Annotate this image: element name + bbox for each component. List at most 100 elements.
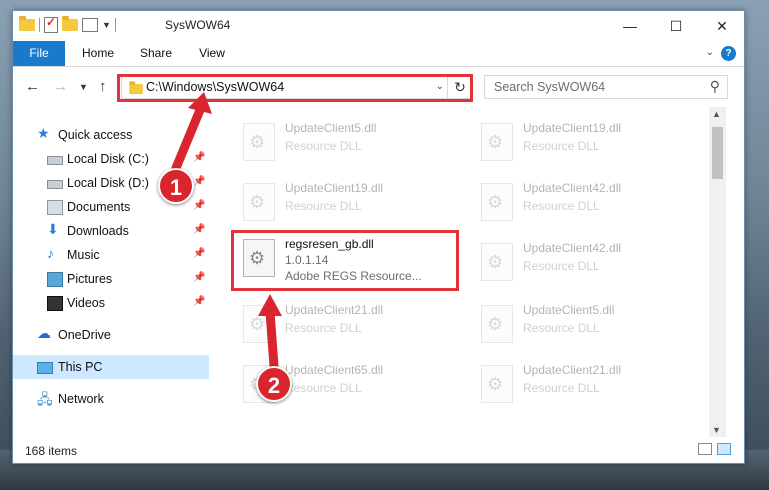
file-highlight	[231, 230, 459, 291]
computer-icon	[37, 362, 53, 374]
scrollbar-thumb[interactable]	[712, 127, 723, 179]
callout-marker-2: 2	[256, 366, 292, 402]
sidebar-item-label: Downloads	[67, 224, 129, 238]
list-item[interactable]: UpdateClient5.dll Resource DLL	[471, 297, 701, 353]
sidebar-item-label: Pictures	[67, 272, 113, 286]
rename-icon[interactable]	[82, 18, 98, 32]
file-description: Resource DLL	[523, 199, 600, 213]
sidebar-item-quick-access[interactable]: ★ Quick access	[13, 123, 209, 147]
ribbon-tabs: File Home Share View ⌄ ?	[13, 41, 744, 67]
file-description: Resource DLL	[285, 381, 362, 395]
folder-icon[interactable]	[19, 16, 35, 31]
sidebar-item-videos[interactable]: Videos 📌	[13, 291, 209, 315]
videos-icon	[47, 296, 63, 311]
tab-home[interactable]: Home	[73, 41, 123, 66]
sidebar-item-label: Local Disk (D:)	[67, 176, 149, 190]
dll-file-icon	[243, 123, 275, 161]
download-icon: ⬇	[47, 221, 59, 237]
recent-locations-icon[interactable]: ▼	[79, 82, 88, 92]
sidebar-item-label: Documents	[67, 200, 131, 214]
item-count: 168 items	[25, 444, 78, 458]
file-description: Resource DLL	[523, 139, 600, 153]
dll-file-icon	[481, 365, 513, 403]
tiles-view-icon[interactable]	[717, 443, 731, 455]
sidebar-item-this-pc[interactable]: This PC	[13, 355, 209, 379]
search-icon[interactable]: ⚲	[710, 78, 720, 95]
pictures-icon	[47, 272, 63, 287]
file-name: UpdateClient42.dll	[523, 181, 622, 195]
help-icon[interactable]: ?	[721, 46, 736, 61]
file-description: Resource DLL	[523, 321, 600, 335]
sidebar-item-label: Local Disk (C:)	[67, 152, 149, 166]
music-icon: ♪	[47, 245, 54, 261]
network-icon: 🖧	[37, 391, 53, 407]
up-arrow-icon[interactable]: ↑	[99, 78, 107, 95]
file-description: Resource DLL	[523, 381, 600, 395]
dll-file-icon	[481, 123, 513, 161]
scroll-down-icon[interactable]: ▼	[712, 425, 721, 435]
pin-icon[interactable]: 📌	[193, 296, 205, 307]
cloud-icon: ☁	[37, 325, 51, 341]
file-description: Resource DLL	[523, 259, 600, 273]
scroll-up-icon[interactable]: ▲	[712, 109, 721, 119]
file-name: UpdateClient5.dll	[523, 303, 615, 317]
new-folder-icon[interactable]	[62, 16, 78, 31]
close-button[interactable]: ✕	[699, 11, 744, 41]
sidebar-item-label: This PC	[58, 360, 103, 374]
forward-arrow-icon[interactable]: →	[53, 78, 68, 95]
dll-file-icon	[243, 183, 275, 221]
file-name: UpdateClient21.dll	[285, 303, 384, 317]
customize-toolbar-dropdown-icon[interactable]: ▼	[102, 20, 111, 30]
list-item[interactable]: UpdateClient21.dll Resource DLL	[471, 357, 701, 413]
file-name: UpdateClient19.dll	[285, 181, 384, 195]
pin-icon[interactable]: 📌	[193, 272, 205, 283]
minimize-button[interactable]: —	[607, 11, 653, 41]
drive-icon	[47, 156, 63, 165]
expand-ribbon-icon[interactable]: ⌄	[706, 47, 714, 58]
dll-file-icon	[481, 243, 513, 281]
sidebar-item-onedrive[interactable]: ☁ OneDrive	[13, 323, 209, 347]
navigation-pane: ★ Quick access Local Disk (C:) 📌 Local D…	[13, 107, 209, 437]
sidebar-item-label: Music	[67, 248, 100, 262]
tab-file[interactable]: File	[13, 41, 65, 66]
back-arrow-icon[interactable]: ←	[25, 78, 40, 95]
vertical-scrollbar[interactable]: ▲ ▼	[709, 107, 726, 437]
window-title: SysWOW64	[165, 18, 231, 32]
list-item[interactable]: UpdateClient42.dll Resource DLL	[471, 175, 701, 231]
pin-icon[interactable]: 📌	[193, 176, 205, 187]
address-bar-highlight	[117, 74, 473, 102]
pin-icon[interactable]: 📌	[193, 224, 205, 235]
title-bar: ▼ SysWOW64 — ☐ ✕	[13, 11, 744, 41]
file-description: Resource DLL	[285, 199, 362, 213]
pin-icon[interactable]: 📌	[193, 200, 205, 211]
dll-file-icon	[481, 183, 513, 221]
list-item[interactable]: UpdateClient5.dll Resource DLL	[233, 115, 463, 171]
tab-view[interactable]: View	[189, 41, 235, 66]
pin-icon[interactable]: 📌	[193, 152, 205, 163]
list-item[interactable]: UpdateClient21.dll Resource DLL	[233, 297, 463, 353]
search-input[interactable]: Search SysWOW64 ⚲	[484, 75, 728, 99]
star-icon: ★	[37, 125, 50, 141]
details-view-icon[interactable]	[698, 443, 712, 455]
sidebar-item-label: Videos	[67, 296, 105, 310]
file-name: UpdateClient42.dll	[523, 241, 622, 255]
status-bar: 168 items	[13, 437, 744, 463]
sidebar-item-label: Network	[58, 392, 104, 406]
list-item[interactable]: UpdateClient19.dll Resource DLL	[233, 175, 463, 231]
tab-share[interactable]: Share	[131, 41, 181, 66]
sidebar-item-pictures[interactable]: Pictures 📌	[13, 267, 209, 291]
file-name: UpdateClient5.dll	[285, 121, 377, 135]
pin-icon[interactable]: 📌	[193, 248, 205, 259]
sidebar-item-music[interactable]: ♪ Music 📌	[13, 243, 209, 267]
maximize-button[interactable]: ☐	[653, 11, 699, 41]
list-item[interactable]: UpdateClient19.dll Resource DLL	[471, 115, 701, 171]
toolbar-divider	[114, 18, 116, 32]
file-name: UpdateClient65.dll	[285, 363, 384, 377]
properties-check-icon[interactable]	[44, 15, 58, 33]
list-item[interactable]: UpdateClient42.dll Resource DLL	[471, 235, 701, 291]
file-description: Resource DLL	[285, 139, 362, 153]
toolbar-divider	[39, 18, 40, 32]
quick-access-toolbar: ▼	[19, 15, 116, 33]
sidebar-item-downloads[interactable]: ⬇ Downloads 📌	[13, 219, 209, 243]
sidebar-item-network[interactable]: 🖧 Network	[13, 387, 209, 411]
